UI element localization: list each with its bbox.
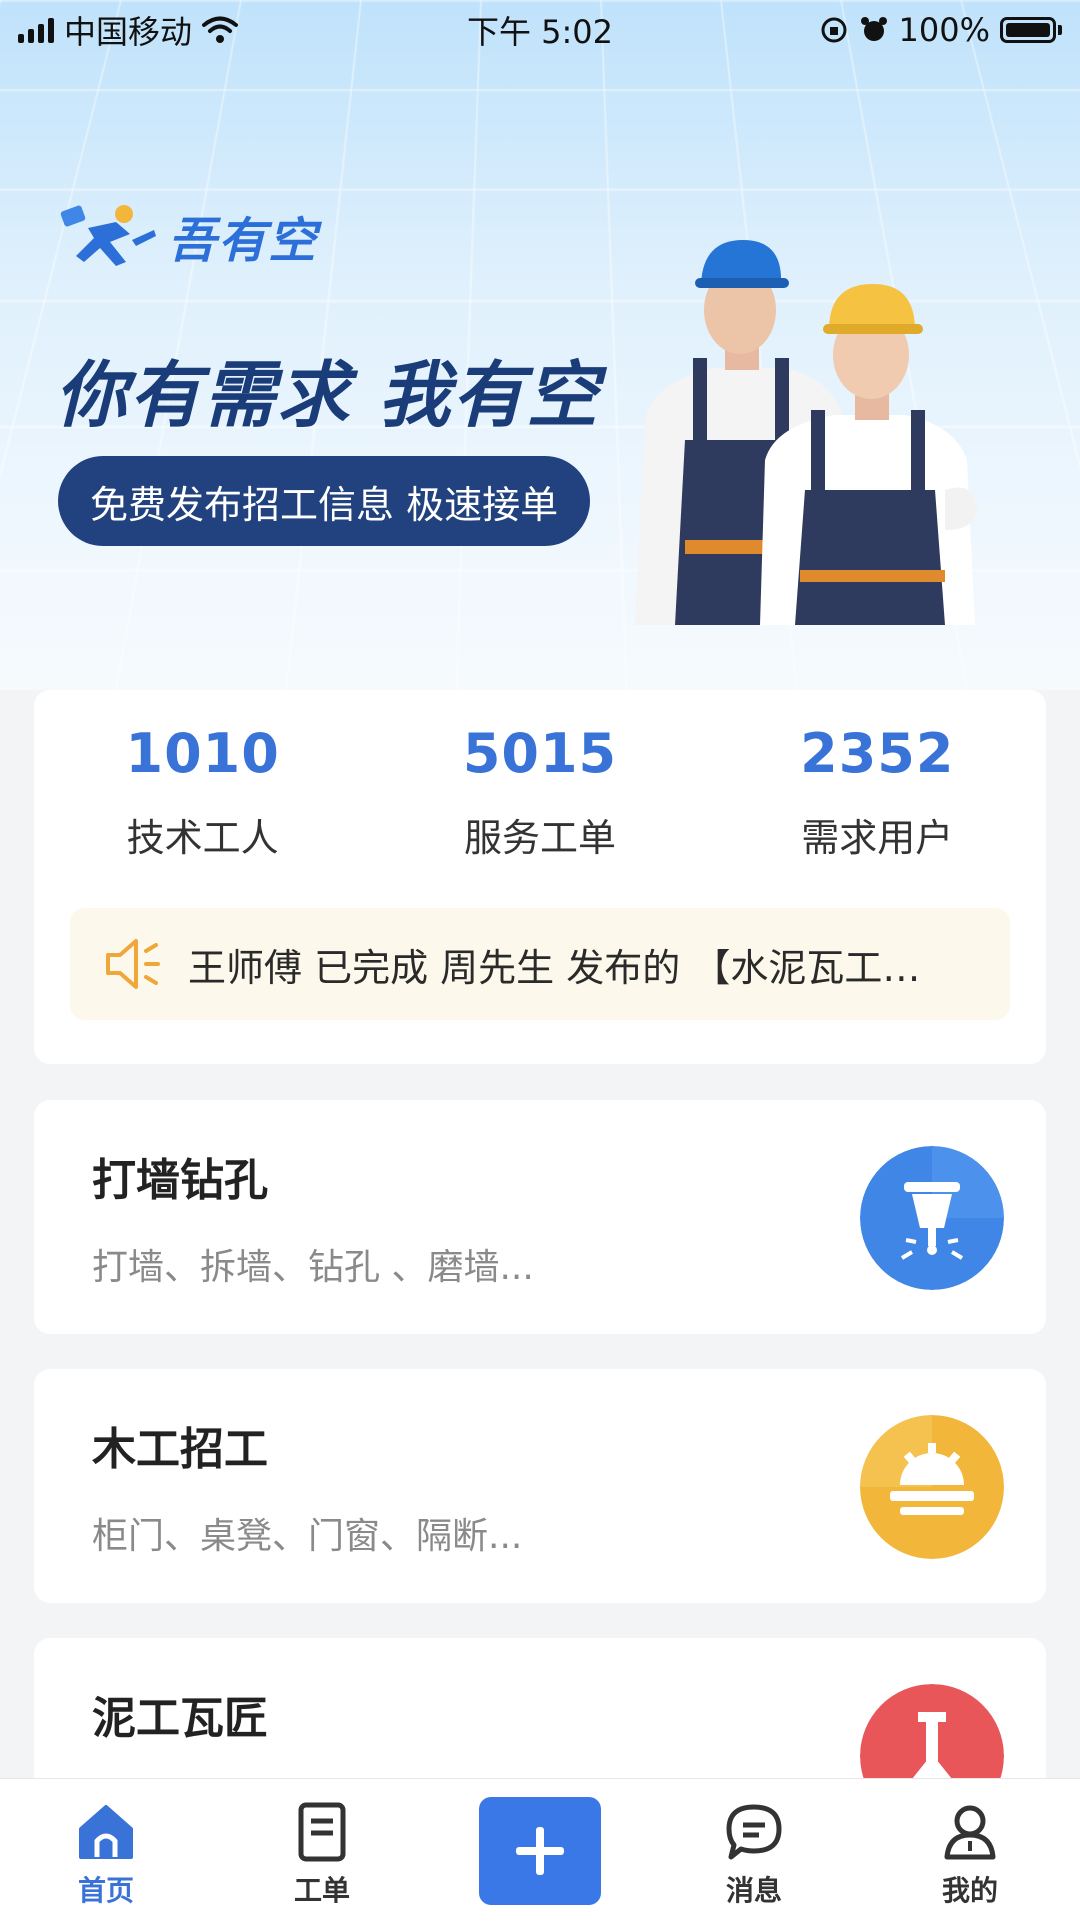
category-title: 木工招工 bbox=[92, 1413, 268, 1477]
tab-home[interactable]: 首页 bbox=[36, 1779, 176, 1921]
saw-icon bbox=[860, 1415, 1004, 1559]
stats-card: 1010 技术工人 5015 服务工单 2352 需求用户 王师傅 已完成 周先… bbox=[34, 690, 1046, 1064]
hero-pill-button[interactable]: 免费发布招工信息 极速接单 bbox=[58, 456, 590, 546]
category-title: 打墙钻孔 bbox=[92, 1144, 268, 1208]
stat-value: 1010 bbox=[53, 722, 353, 785]
battery-percent: 100% bbox=[899, 11, 990, 49]
profile-icon bbox=[939, 1801, 1001, 1863]
brand-logo: 吾有空 bbox=[58, 200, 318, 272]
status-bar: 中国移动 下午 5:02 100% bbox=[0, 0, 1080, 60]
worker-yellow-helmet bbox=[760, 284, 977, 625]
document-icon bbox=[291, 1801, 353, 1863]
stat-users[interactable]: 2352 需求用户 bbox=[727, 722, 1027, 862]
speaker-icon bbox=[102, 933, 164, 995]
tab-label: 首页 bbox=[36, 1869, 176, 1909]
jackhammer-icon bbox=[860, 1146, 1004, 1290]
carrier-label: 中国移动 bbox=[64, 7, 192, 53]
tab-label: 我的 bbox=[900, 1869, 1040, 1909]
notice-bar[interactable]: 王师傅 已完成 周先生 发布的 【水泥瓦工… bbox=[70, 908, 1010, 1020]
notice-text: 王师傅 已完成 周先生 发布的 【水泥瓦工… bbox=[188, 937, 978, 992]
category-card-carpentry[interactable]: 木工招工 柜门、桌凳、门窗、隔断... bbox=[34, 1369, 1046, 1603]
stat-orders[interactable]: 5015 服务工单 bbox=[390, 722, 690, 862]
tab-messages[interactable]: 消息 bbox=[684, 1779, 824, 1921]
home-icon bbox=[75, 1801, 137, 1863]
category-title: 泥工瓦匠 bbox=[92, 1682, 268, 1746]
stat-label: 技术工人 bbox=[53, 807, 353, 862]
running-worker-logo-icon bbox=[58, 200, 158, 272]
message-icon bbox=[723, 1801, 785, 1863]
stat-label: 需求用户 bbox=[727, 807, 1027, 862]
rotation-lock-icon bbox=[819, 15, 849, 45]
add-icon bbox=[510, 1821, 570, 1881]
clock: 下午 5:02 bbox=[467, 13, 613, 51]
category-desc: 打墙、拆墙、钻孔 、磨墙... bbox=[92, 1238, 534, 1290]
hero-banner[interactable]: 吾有空 你有需求 我有空 免费发布招工信息 极速接单 bbox=[0, 0, 1080, 690]
category-card-wall-drilling[interactable]: 打墙钻孔 打墙、拆墙、钻孔 、磨墙... bbox=[34, 1100, 1046, 1334]
stat-value: 5015 bbox=[390, 722, 690, 785]
category-desc: 柜门、桌凳、门窗、隔断... bbox=[92, 1507, 522, 1559]
stat-label: 服务工单 bbox=[390, 807, 690, 862]
alarm-icon bbox=[859, 15, 889, 45]
tab-orders[interactable]: 工单 bbox=[252, 1779, 392, 1921]
bottom-tab-bar: 首页 工单 消息 我的 bbox=[0, 1778, 1080, 1921]
stat-value: 2352 bbox=[727, 722, 1027, 785]
tab-label: 消息 bbox=[684, 1869, 824, 1909]
hero-slogan: 你有需求 我有空 bbox=[55, 336, 600, 441]
brand-name: 吾有空 bbox=[168, 201, 318, 271]
workers-illustration bbox=[615, 240, 1015, 625]
signal-icon bbox=[18, 17, 54, 43]
tab-label: 工单 bbox=[252, 1869, 392, 1909]
tab-profile[interactable]: 我的 bbox=[900, 1779, 1040, 1921]
wifi-icon bbox=[202, 16, 238, 44]
add-button[interactable] bbox=[479, 1797, 601, 1905]
battery-icon bbox=[1000, 17, 1062, 43]
stat-workers[interactable]: 1010 技术工人 bbox=[53, 722, 353, 862]
